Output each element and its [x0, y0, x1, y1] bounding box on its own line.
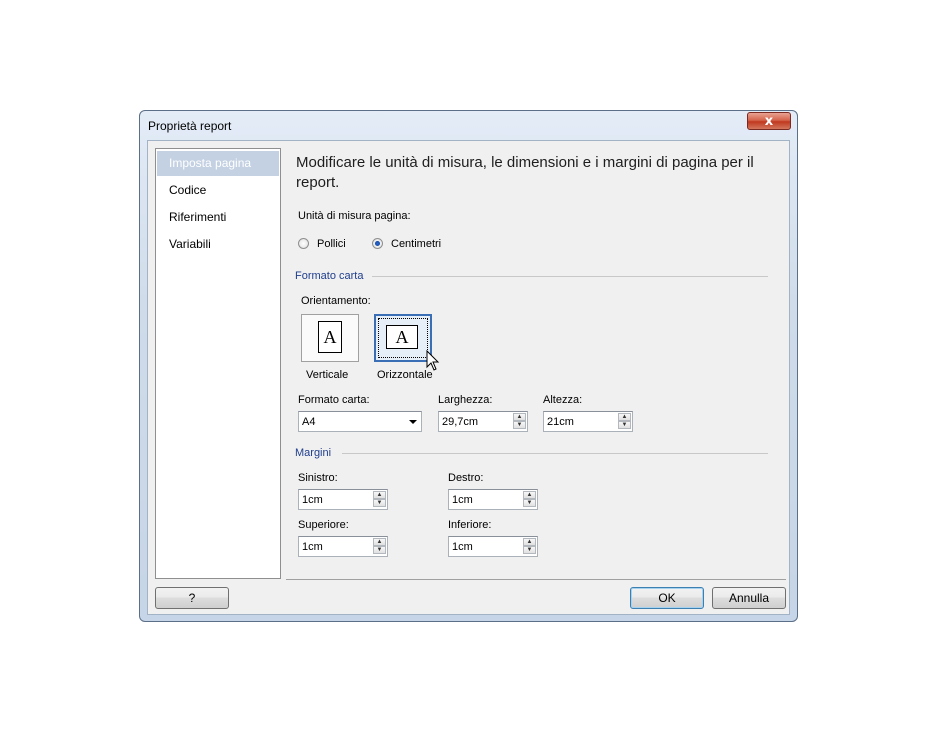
- spin-up-icon[interactable]: ▲: [373, 538, 386, 546]
- sidebar-item-riferimenti[interactable]: Riferimenti: [157, 205, 279, 230]
- orientation-label: Orientamento:: [301, 295, 371, 307]
- spin-down-icon[interactable]: ▼: [523, 499, 536, 507]
- spin-down-icon[interactable]: ▼: [373, 499, 386, 507]
- right-margin-spinner[interactable]: ▲ ▼: [523, 491, 536, 508]
- window-title: Proprietà report: [148, 119, 232, 133]
- top-margin-spinner[interactable]: ▲ ▼: [373, 538, 386, 555]
- dialog-client-area: Imposta pagina Codice Riferimenti Variab…: [147, 140, 790, 615]
- mouse-cursor-icon: [426, 350, 440, 371]
- paper-size-label: Formato carta:: [298, 394, 370, 406]
- spin-up-icon[interactable]: ▲: [513, 413, 526, 421]
- portrait-button[interactable]: A: [301, 314, 359, 362]
- close-icon: x: [764, 113, 774, 129]
- width-value: 29,7cm: [442, 416, 479, 428]
- bottom-margin-label: Inferiore:: [448, 519, 492, 531]
- landscape-button[interactable]: A: [374, 314, 432, 362]
- radio-centimetri[interactable]: [372, 238, 383, 249]
- sidebar-item-codice[interactable]: Codice: [157, 178, 279, 203]
- paper-size-select[interactable]: A4: [298, 411, 422, 432]
- sidebar-item-variabili[interactable]: Variabili: [157, 232, 279, 257]
- bottom-margin-stepper[interactable]: 1cm ▲ ▼: [448, 536, 538, 557]
- cancel-button[interactable]: Annulla: [712, 587, 786, 609]
- right-margin-stepper[interactable]: 1cm ▲ ▼: [448, 489, 538, 510]
- portrait-page-icon: A: [318, 321, 342, 353]
- spin-up-icon[interactable]: ▲: [523, 491, 536, 499]
- bottom-margin-spinner[interactable]: ▲ ▼: [523, 538, 536, 555]
- dialog-window: Proprietà report x Imposta pagina Codice…: [139, 110, 798, 622]
- spin-up-icon[interactable]: ▲: [373, 491, 386, 499]
- spin-down-icon[interactable]: ▼: [373, 546, 386, 554]
- height-spinner[interactable]: ▲ ▼: [618, 413, 631, 430]
- width-stepper[interactable]: 29,7cm ▲ ▼: [438, 411, 528, 432]
- bottom-margin-value: 1cm: [452, 541, 473, 553]
- paper-group-divider: [372, 276, 768, 277]
- spin-down-icon[interactable]: ▼: [618, 421, 631, 429]
- left-margin-label: Sinistro:: [298, 472, 338, 484]
- page-heading: Modificare le unità di misura, le dimens…: [296, 154, 754, 191]
- height-value: 21cm: [547, 416, 574, 428]
- sidebar-nav: Imposta pagina Codice Riferimenti Variab…: [155, 148, 281, 579]
- top-margin-label: Superiore:: [298, 519, 349, 531]
- radio-centimetri-label[interactable]: Centimetri: [391, 238, 441, 250]
- left-margin-value: 1cm: [302, 494, 323, 506]
- sidebar-item-imposta-pagina[interactable]: Imposta pagina: [157, 151, 279, 176]
- left-margin-stepper[interactable]: 1cm ▲ ▼: [298, 489, 388, 510]
- landscape-page-icon: A: [386, 325, 418, 349]
- close-button[interactable]: x: [747, 112, 791, 130]
- ok-button[interactable]: OK: [630, 587, 704, 609]
- top-margin-stepper[interactable]: 1cm ▲ ▼: [298, 536, 388, 557]
- landscape-label: Orizzontale: [377, 369, 433, 381]
- units-label: Unità di misura pagina:: [298, 210, 411, 222]
- width-label: Larghezza:: [438, 394, 493, 406]
- radio-pollici[interactable]: [298, 238, 309, 249]
- margins-group-divider: [342, 453, 768, 454]
- right-margin-label: Destro:: [448, 472, 484, 484]
- spin-down-icon[interactable]: ▼: [513, 421, 526, 429]
- spin-up-icon[interactable]: ▲: [523, 538, 536, 546]
- radio-pollici-label[interactable]: Pollici: [317, 238, 346, 250]
- left-margin-spinner[interactable]: ▲ ▼: [373, 491, 386, 508]
- chevron-down-icon[interactable]: [409, 420, 417, 424]
- footer-divider: [286, 579, 786, 580]
- portrait-label: Verticale: [306, 369, 349, 381]
- height-stepper[interactable]: 21cm ▲ ▼: [543, 411, 633, 432]
- right-margin-value: 1cm: [452, 494, 473, 506]
- width-spinner[interactable]: ▲ ▼: [513, 413, 526, 430]
- spin-up-icon[interactable]: ▲: [618, 413, 631, 421]
- margins-group-title: Margini: [295, 447, 332, 459]
- paper-group-title: Formato carta: [295, 270, 364, 282]
- spin-down-icon[interactable]: ▼: [523, 546, 536, 554]
- height-label: Altezza:: [543, 394, 583, 406]
- title-bar[interactable]: Proprietà report x: [140, 111, 797, 139]
- help-button[interactable]: ?: [155, 587, 229, 609]
- top-margin-value: 1cm: [302, 541, 323, 553]
- paper-size-value: A4: [302, 416, 316, 428]
